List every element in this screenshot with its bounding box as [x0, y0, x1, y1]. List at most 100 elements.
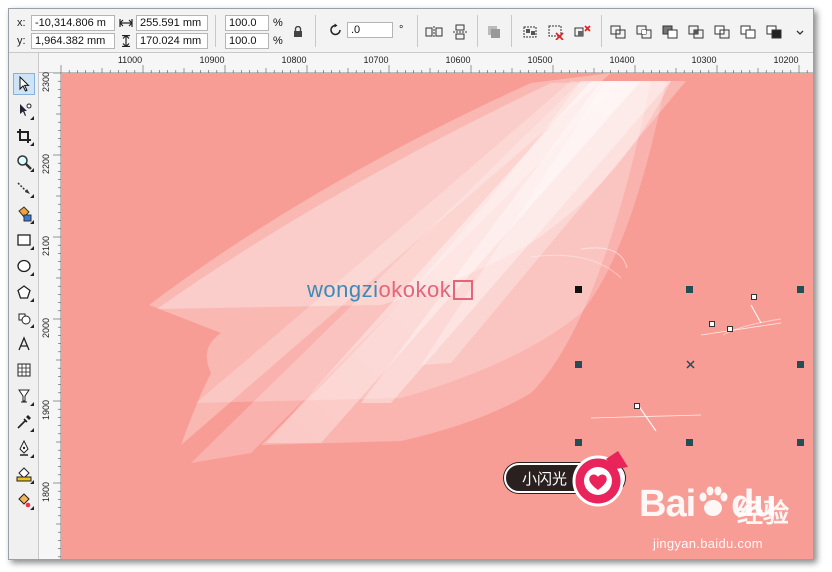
weld-button[interactable]: [635, 23, 653, 41]
x-position-input[interactable]: -10,314.806 m: [31, 15, 115, 31]
selection-handle[interactable]: [686, 439, 693, 446]
back-minus-front-icon: [766, 25, 782, 39]
flyout-indicator: [30, 480, 34, 484]
ruler-label: 10800: [281, 55, 307, 65]
baidu-brand-text: Bai: [639, 483, 696, 525]
center-cross-icon[interactable]: [686, 360, 695, 369]
polygon-tool[interactable]: [13, 281, 35, 303]
ruler-label: 11000: [117, 55, 143, 65]
selection-handle[interactable]: [575, 286, 582, 293]
ellipse-tool[interactable]: [13, 255, 35, 277]
flyout-indicator: [30, 506, 34, 510]
heart-badge-icon: [572, 451, 628, 507]
fill-tool[interactable]: [13, 463, 35, 485]
path-node[interactable]: [709, 321, 715, 327]
front-minus-back-button[interactable]: [739, 23, 757, 41]
separator: [601, 15, 602, 47]
smart-fill-tool[interactable]: [13, 203, 35, 225]
ungroup-button[interactable]: [547, 23, 565, 41]
lock-icon: [294, 26, 302, 37]
ruler-label: 10400: [609, 55, 635, 65]
ungroup-icon: [548, 25, 564, 40]
outline-pen-tool[interactable]: [13, 437, 35, 459]
rectangle-tool[interactable]: [13, 229, 35, 251]
pick-tool-icon: [19, 76, 30, 92]
selection-handle[interactable]: [797, 286, 804, 293]
mirror-vertical-button[interactable]: [451, 23, 469, 41]
ruler-label: 2300: [41, 71, 51, 93]
selection-handle[interactable]: [686, 286, 693, 293]
group-button[interactable]: [521, 23, 539, 41]
table-tool-icon: [17, 363, 31, 377]
rotation-input[interactable]: .0: [347, 22, 393, 38]
y-position-field[interactable]: y: 1,964.382 mm: [17, 33, 115, 49]
text-tool[interactable]: [13, 333, 35, 355]
back-minus-front-button[interactable]: [765, 23, 783, 41]
flyout-indicator: [30, 246, 34, 250]
flyout-indicator: [30, 142, 34, 146]
ruler-label: 10700: [363, 55, 389, 65]
crop-tool[interactable]: [13, 125, 35, 147]
zoom-tool[interactable]: [13, 151, 35, 173]
front-minus-back-icon: [740, 25, 756, 39]
wongzi-logo: wongziokokok: [307, 277, 474, 303]
round-corners-button[interactable]: [485, 23, 503, 41]
intersect-icon: [688, 25, 704, 39]
lock-ratio-button[interactable]: [289, 23, 307, 41]
freehand-tool[interactable]: [13, 177, 35, 199]
shape-tool[interactable]: [13, 99, 35, 121]
ruler-label: 1900: [41, 399, 51, 421]
interactive-fill-tool[interactable]: [13, 489, 35, 511]
simplify-icon: [714, 25, 730, 39]
flyout-indicator: [30, 402, 34, 406]
pick-tool[interactable]: [13, 73, 35, 95]
selection-handle[interactable]: [575, 439, 582, 446]
basic-shapes-tool[interactable]: [13, 307, 35, 329]
vertical-ruler[interactable]: 2300 2200 2100 2000 1900 1800: [39, 72, 61, 559]
logo-mark-icon: [453, 280, 474, 300]
y-label: y:: [17, 35, 26, 47]
trim-button[interactable]: [661, 23, 679, 41]
propbar-overflow-button[interactable]: [793, 23, 807, 41]
y-position-input[interactable]: 1,964.382 mm: [31, 33, 115, 49]
scale-y-input[interactable]: 100.0: [225, 33, 269, 49]
width-input[interactable]: 255.591 mm: [136, 15, 208, 31]
eyedropper-tool[interactable]: [13, 411, 35, 433]
drawing-canvas[interactable]: wongziokokok 小闪光 Bai du 经验 jingyan.baidu.…: [61, 73, 813, 559]
horizontal-ruler[interactable]: 11000 10900 10800 10700 10600 10500 1040…: [39, 53, 813, 73]
chevron-down-icon: [796, 30, 804, 35]
combine-button[interactable]: [609, 23, 627, 41]
ruler-label: 1800: [41, 481, 51, 503]
path-node[interactable]: [751, 294, 757, 300]
corel-window: x: -10,314.806 m y: 1,964.382 mm 255.591…: [8, 8, 814, 560]
ungroup-all-button[interactable]: [573, 23, 591, 41]
height-input[interactable]: 170.024 mm: [136, 33, 208, 49]
flyout-indicator: [30, 116, 34, 120]
ruler-label: 10300: [691, 55, 717, 65]
path-node[interactable]: [634, 403, 640, 409]
rotation-field[interactable]: .0 °: [329, 22, 403, 38]
selection-handle[interactable]: [575, 361, 582, 368]
scale-y-field[interactable]: 100.0 %: [225, 33, 283, 49]
selection-handle[interactable]: [797, 439, 804, 446]
separator: [417, 15, 418, 47]
simplify-button[interactable]: [713, 23, 731, 41]
table-tool[interactable]: [13, 359, 35, 381]
ungroup-all-icon: [574, 25, 591, 37]
intersect-button[interactable]: [687, 23, 705, 41]
height-field[interactable]: 170.024 mm: [119, 33, 208, 49]
scale-x-input[interactable]: 100.0: [225, 15, 269, 31]
path-node[interactable]: [727, 326, 733, 332]
combine-icon: [610, 25, 626, 39]
selection-handle[interactable]: [797, 361, 804, 368]
toolbox: [9, 53, 39, 559]
baidu-jingyan-text: 经验: [737, 498, 790, 528]
interactive-tool[interactable]: [13, 385, 35, 407]
x-position-field[interactable]: x: -10,314.806 m: [17, 15, 115, 31]
scale-x-field[interactable]: 100.0 %: [225, 15, 283, 31]
flyout-indicator: [30, 194, 34, 198]
mirror-horizontal-button[interactable]: [425, 23, 443, 41]
flyout-indicator: [30, 220, 34, 224]
ruler-label: 2000: [41, 317, 51, 339]
width-field[interactable]: 255.591 mm: [119, 15, 208, 31]
